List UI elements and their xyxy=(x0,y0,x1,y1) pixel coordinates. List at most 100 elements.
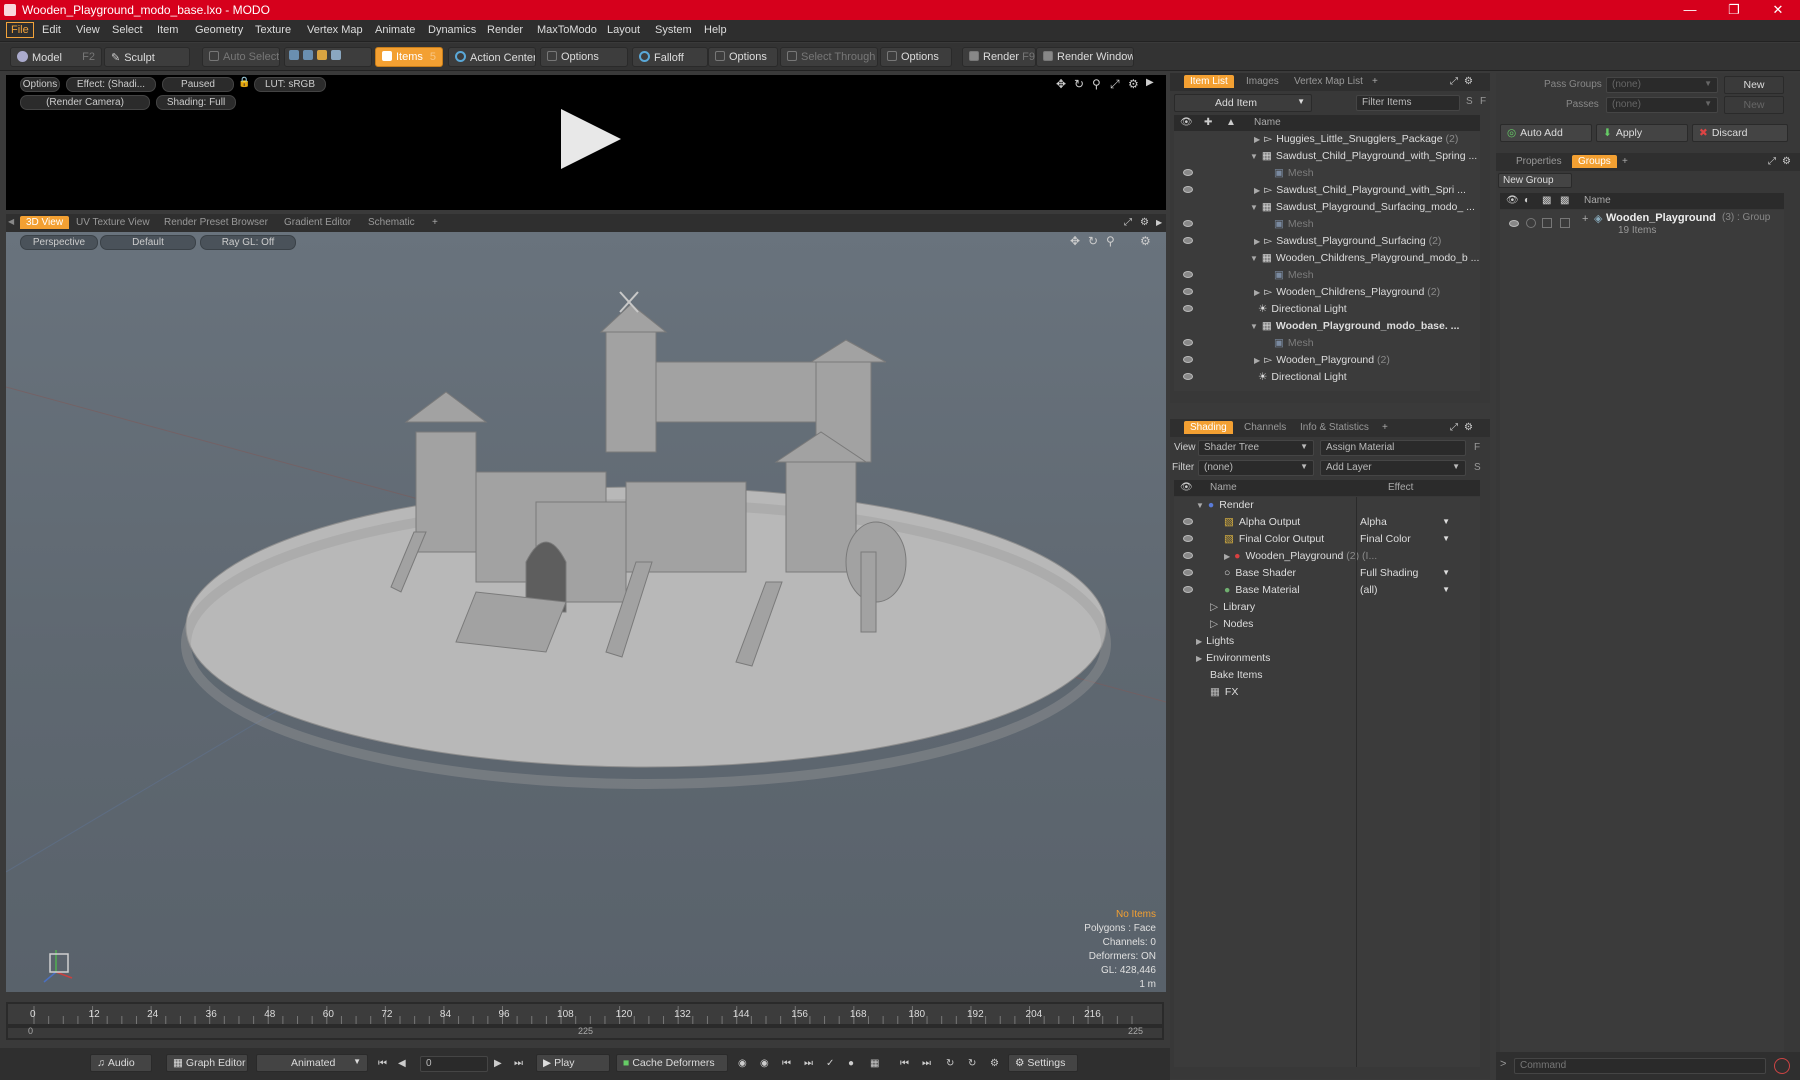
keyframe-filter-icon[interactable]: ▦ xyxy=(870,1058,879,1069)
select-through-options-button[interactable]: Options xyxy=(880,47,952,67)
close-icon[interactable]: ✕ xyxy=(1756,0,1800,20)
gear-icon[interactable]: ⚙ xyxy=(1128,77,1139,91)
effect-dropdown[interactable]: Full Shading ▼ xyxy=(1360,567,1450,579)
visibility-eye-icon[interactable] xyxy=(1183,220,1193,227)
new-group-button[interactable]: New Group xyxy=(1498,173,1572,188)
menu-edit[interactable]: Edit xyxy=(42,24,61,36)
visibility-eye-icon[interactable] xyxy=(1183,186,1193,193)
falloff-button[interactable]: Falloff xyxy=(632,47,708,67)
effect-dropdown[interactable]: Effect: (Shadi... xyxy=(66,77,156,92)
add-tab-icon[interactable]: + xyxy=(426,216,444,229)
model-mode-button[interactable]: Model F2 xyxy=(10,47,102,67)
menu-vertex-map[interactable]: Vertex Map xyxy=(307,24,363,36)
expand-arrow-icon[interactable]: ▼ xyxy=(1196,501,1204,510)
tab-gradient-editor[interactable]: Gradient Editor xyxy=(278,216,357,229)
item-list-row[interactable]: ▼ ▦ Sawdust_Playground_Surfacing_modo_ ... xyxy=(1174,199,1480,216)
shader-tree-row[interactable]: ▦ FX xyxy=(1174,684,1480,701)
loop-icon[interactable]: ↻ xyxy=(946,1058,954,1069)
render-camera-dropdown[interactable]: (Render Camera) xyxy=(20,95,150,110)
menu-layout[interactable]: Layout xyxy=(607,24,640,36)
auto-key-icon[interactable]: ✓ xyxy=(826,1058,834,1069)
lock-icon[interactable]: 🔒 xyxy=(238,77,250,88)
expand-arrow-icon[interactable]: ▶ xyxy=(1254,186,1260,195)
menu-maxtomodo[interactable]: MaxToModo xyxy=(537,24,597,36)
tab-shading[interactable]: Shading xyxy=(1184,421,1233,434)
move-icon[interactable]: ✥ xyxy=(1056,77,1066,91)
item-list-row[interactable]: ▼ ▦ Wooden_Childrens_Playground_modo_b ... xyxy=(1174,250,1480,267)
shader-tree-row[interactable]: ▶ ● Wooden_Playground (2) (I... xyxy=(1174,548,1480,565)
add-layer-dropdown[interactable]: Add Layer ▼ xyxy=(1320,460,1466,476)
item-list-row[interactable]: ☀ Directional Light xyxy=(1174,369,1480,386)
menu-select[interactable]: Select xyxy=(112,24,143,36)
materials-mode-icon[interactable] xyxy=(331,50,341,60)
shader-tree-row[interactable]: ▷ Nodes xyxy=(1174,616,1480,633)
item-list-row[interactable]: ☀ Directional Light xyxy=(1174,301,1480,318)
sculpt-mode-button[interactable]: ✎ Sculpt xyxy=(104,47,190,67)
visibility-eye-icon[interactable] xyxy=(1183,356,1193,363)
render-window-button[interactable]: Render Window xyxy=(1036,47,1134,67)
tab-item-list[interactable]: Item List xyxy=(1184,75,1234,88)
menu-geometry[interactable]: Geometry xyxy=(195,24,243,36)
record-macro-icon[interactable] xyxy=(1774,1058,1790,1074)
edges-mode-icon[interactable] xyxy=(303,50,313,60)
tab-channels[interactable]: Channels xyxy=(1238,421,1292,434)
prev-key-icon[interactable]: ⏮ xyxy=(782,1058,791,1069)
key-icon[interactable]: ◉ xyxy=(738,1058,747,1069)
shader-tree-row[interactable]: ▶ Lights xyxy=(1174,633,1480,650)
visibility-eye-icon[interactable] xyxy=(1509,220,1519,227)
preview-options-button[interactable]: Options xyxy=(20,77,60,92)
expand-arrow-icon[interactable]: ▶ xyxy=(1254,237,1260,246)
falloff-options-button[interactable]: Options xyxy=(708,47,778,67)
menu-file[interactable]: File xyxy=(6,22,34,38)
filter-items-input[interactable]: Filter Items xyxy=(1356,95,1460,111)
shader-tree-row[interactable]: Bake Items xyxy=(1174,667,1480,684)
visibility-eye-icon[interactable] xyxy=(1183,169,1193,176)
shader-tree-row[interactable]: ▼ ● Render xyxy=(1174,497,1480,514)
key-all-icon[interactable]: ◉ xyxy=(760,1058,769,1069)
add-tab-icon[interactable]: + xyxy=(1366,75,1384,88)
arrow-right-icon[interactable]: ▶ xyxy=(1146,77,1154,88)
audio-button[interactable]: ♫ Audio xyxy=(90,1054,152,1072)
3d-viewport[interactable]: Perspective Default Ray GL: Off ✥ ↻ ⚲ ⚙ xyxy=(6,232,1166,992)
item-list-row[interactable]: ▣ Mesh xyxy=(1174,335,1480,352)
expand-plus-icon[interactable]: + xyxy=(1582,213,1588,225)
expand-arrow-icon[interactable]: ▶ xyxy=(1196,637,1202,646)
item-list-row[interactable]: ▼ ▦ Sawdust_Child_Playground_with_Spring .… xyxy=(1174,148,1480,165)
select-toggle-icon[interactable] xyxy=(1560,218,1570,228)
shader-tree-row[interactable]: ▧ Final Color Output Final Color ▼ xyxy=(1174,531,1480,548)
gear-icon[interactable]: ⚙ xyxy=(1464,76,1473,87)
maximize-icon[interactable]: ❐ xyxy=(1712,0,1756,20)
menu-dynamics[interactable]: Dynamics xyxy=(428,24,476,36)
last-frame-icon[interactable]: ⏭ xyxy=(514,1058,523,1069)
group-row[interactable]: + ◈ Wooden_Playground (3) : Group 19 Ite… xyxy=(1500,210,1784,240)
shader-tree-row[interactable]: ○ Base Shader Full Shading ▼ xyxy=(1174,565,1480,582)
tab-uv-texture-view[interactable]: UV Texture View xyxy=(70,216,156,229)
view-dropdown[interactable]: Shader Tree ▼ xyxy=(1198,440,1314,456)
first-frame-icon[interactable]: ⏮ xyxy=(378,1058,387,1069)
assign-material-button[interactable]: Assign Material xyxy=(1320,440,1466,456)
arrow-right-icon[interactable]: ▶ xyxy=(1156,218,1162,227)
tab-3d-view[interactable]: 3D View xyxy=(20,216,70,229)
gear-icon[interactable]: ⚙ xyxy=(1782,156,1791,167)
render-toggle-icon[interactable] xyxy=(1526,218,1536,228)
search-option-s-icon[interactable]: S xyxy=(1466,96,1473,107)
expand-arrow-icon[interactable]: ▶ xyxy=(1254,135,1260,144)
effect-dropdown[interactable]: (all) ▼ xyxy=(1360,584,1450,596)
play-button[interactable]: ▶ Play xyxy=(536,1054,610,1072)
shading-dropdown[interactable]: Shading: Full xyxy=(156,95,236,110)
effect-dropdown[interactable]: Final Color ▼ xyxy=(1360,533,1450,545)
visibility-eye-icon[interactable] xyxy=(1183,535,1193,542)
auto-select-button[interactable]: Auto Select xyxy=(202,47,280,67)
menu-help[interactable]: Help xyxy=(704,24,727,36)
collapse-arrow-icon[interactable]: ▼ xyxy=(1250,322,1258,331)
collapse-arrow-icon[interactable]: ▼ xyxy=(1250,254,1258,263)
frame-input[interactable]: 0 xyxy=(420,1056,488,1072)
shader-tree-row[interactable]: ▧ Alpha Output Alpha ▼ xyxy=(1174,514,1480,531)
add-tab-icon[interactable]: + xyxy=(1376,421,1394,434)
tab-images[interactable]: Images xyxy=(1240,75,1285,88)
shader-tree-row[interactable]: ▶ Environments xyxy=(1174,650,1480,667)
visibility-eye-icon[interactable] xyxy=(1183,339,1193,346)
sync-icon[interactable]: ↻ xyxy=(968,1058,976,1069)
expand-arrow-icon[interactable]: ▶ xyxy=(1254,356,1260,365)
discard-button[interactable]: ✖ Discard xyxy=(1692,124,1788,142)
